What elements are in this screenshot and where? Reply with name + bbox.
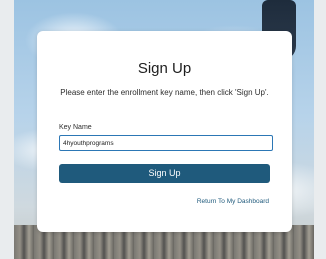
signup-card: Sign Up Please enter the enrollment key … (37, 31, 292, 232)
key-name-input[interactable] (59, 135, 273, 151)
signup-button[interactable]: Sign Up (59, 164, 270, 183)
return-to-dashboard-link[interactable]: Return To My Dashboard (197, 198, 269, 205)
key-name-label: Key Name (59, 124, 92, 131)
page: Sign Up Please enter the enrollment key … (0, 0, 326, 259)
page-title: Sign Up (137, 60, 192, 77)
instructions-text: Please enter the enrollment key name, th… (60, 88, 269, 97)
